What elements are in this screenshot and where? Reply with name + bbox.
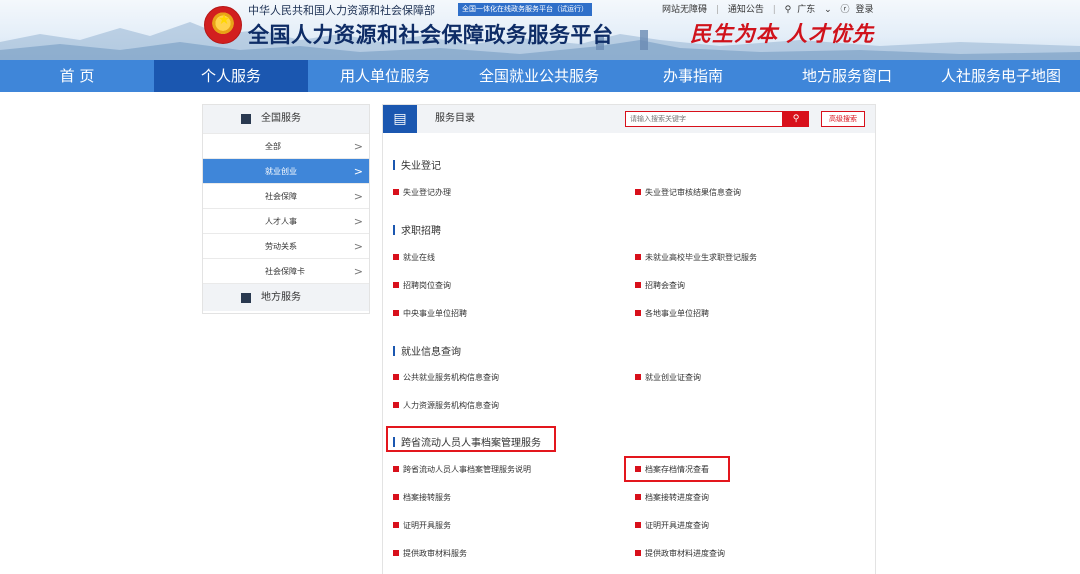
- bullet-icon: [635, 310, 641, 316]
- bullet-icon: [635, 550, 641, 556]
- section-bar: [393, 225, 395, 235]
- bullet-icon: [393, 310, 399, 316]
- ministry-name: 中华人民共和国人力资源和社会保障部: [248, 4, 435, 17]
- search-icon: ⚲: [792, 114, 800, 124]
- service-link[interactable]: 提供政审材料服务: [393, 548, 467, 559]
- section-bar: [393, 437, 395, 447]
- nav-personal-service[interactable]: 个人服务: [154, 60, 308, 92]
- nav-employer-service[interactable]: 用人单位服务: [308, 60, 462, 92]
- catalog-header: ▤ 服务目录 ⚲ 高级搜索: [383, 105, 875, 133]
- sidebar: 全国服务 全部 > 就业创业 > 社会保障 > 人才人事 > 劳动关系 > 社会保障卡 > …: [202, 104, 370, 314]
- bullet-icon: [393, 550, 399, 556]
- service-link[interactable]: 招聘会查询: [635, 280, 685, 291]
- service-link[interactable]: 未就业高校毕业生求职登记服务: [635, 252, 757, 263]
- nav-local-service[interactable]: 地方服务窗口: [770, 60, 924, 92]
- sidebar-national-header[interactable]: 全国服务: [203, 105, 369, 133]
- bullet-icon: [635, 282, 641, 288]
- sidebar-local-header[interactable]: 地方服务: [203, 283, 369, 311]
- search-input[interactable]: [625, 111, 783, 127]
- bullet-icon: [635, 254, 641, 260]
- bullet-icon: [393, 466, 399, 472]
- nav-home[interactable]: 首 页: [0, 60, 154, 92]
- bullet-icon: [393, 522, 399, 528]
- service-link[interactable]: 提供政审材料进度查询: [635, 548, 725, 559]
- location-pin-icon: ⚲: [784, 5, 792, 15]
- service-link[interactable]: 证明开具进度查询: [635, 520, 709, 531]
- bullet-icon: [635, 374, 641, 380]
- catalog-icon: ▤: [383, 105, 417, 133]
- main-nav: 首 页 个人服务 用人单位服务 全国就业公共服务 办事指南 地方服务窗口 人社服…: [0, 60, 1080, 92]
- service-link[interactable]: 跨省流动人员人事档案管理服务说明: [393, 464, 531, 475]
- section-title: 失业登记: [393, 157, 441, 172]
- map-icon: [241, 293, 251, 303]
- region-selector[interactable]: 广东: [797, 5, 815, 15]
- section-bar: [393, 346, 395, 356]
- sidebar-item-all[interactable]: 全部 >: [203, 133, 369, 158]
- section-title: 求职招聘: [393, 222, 441, 237]
- accessibility-link[interactable]: 网站无障碍: [662, 5, 707, 15]
- sidebar-item-social-security[interactable]: 社会保障 >: [203, 183, 369, 208]
- sidebar-item-social-card[interactable]: 社会保障卡 >: [203, 258, 369, 283]
- sidebar-item-talent[interactable]: 人才人事 >: [203, 208, 369, 233]
- service-link[interactable]: 公共就业服务机构信息查询: [393, 372, 499, 383]
- bullet-icon: [393, 254, 399, 260]
- chevron-right-icon: >: [353, 265, 363, 278]
- service-link[interactable]: 就业在线: [393, 252, 435, 263]
- service-link[interactable]: 中央事业单位招聘: [393, 308, 467, 319]
- bullet-icon: [393, 494, 399, 500]
- service-link[interactable]: 档案接转进度查询: [635, 492, 709, 503]
- service-link[interactable]: 档案接转服务: [393, 492, 451, 503]
- login-link[interactable]: 登录: [856, 5, 874, 15]
- platform-title: 全国人力资源和社会保障政务服务平台: [248, 23, 614, 47]
- nav-service-map[interactable]: 人社服务电子地图: [924, 60, 1078, 92]
- bullet-icon: [393, 282, 399, 288]
- bullet-icon: [635, 466, 641, 472]
- map-icon: [241, 114, 251, 124]
- service-link[interactable]: 人力资源服务机构信息查询: [393, 400, 499, 411]
- section-title: 就业信息查询: [393, 343, 461, 358]
- bullet-icon: [393, 374, 399, 380]
- site-header: ★ 中华人民共和国人力资源和社会保障部 全国一体化在线政务服务平台（试运行） 全…: [0, 0, 1080, 60]
- service-link[interactable]: 招聘岗位查询: [393, 280, 451, 291]
- bullet-icon: [635, 494, 641, 500]
- divider: |: [715, 5, 719, 15]
- slogan: 民生为本 人才优先: [690, 21, 875, 46]
- chevron-right-icon: >: [353, 140, 363, 153]
- service-link[interactable]: 各地事业单位招聘: [635, 308, 709, 319]
- chevron-right-icon: >: [353, 215, 363, 228]
- chevron-right-icon: >: [353, 165, 363, 178]
- bullet-icon: [635, 189, 641, 195]
- bullet-icon: [393, 402, 399, 408]
- trial-badge[interactable]: 全国一体化在线政务服务平台（试运行）: [458, 3, 592, 16]
- section-bar: [393, 160, 395, 170]
- chevron-right-icon: >: [353, 240, 363, 253]
- bullet-icon: [393, 189, 399, 195]
- service-catalog-panel: ▤ 服务目录 ⚲ 高级搜索 失业登记 失业登记办理 失业登记审核结果信息查询 求…: [382, 104, 876, 574]
- sidebar-item-labor-relations[interactable]: 劳动关系 >: [203, 233, 369, 258]
- service-link[interactable]: 失业登记办理: [393, 187, 451, 198]
- section-title: 跨省流动人员人事档案管理服务: [393, 434, 541, 449]
- top-links: 网站无障碍 | 通知公告 | ⚲ 广东 ⌄ ⓡ 登录: [662, 2, 880, 15]
- chevron-right-icon: >: [353, 190, 363, 203]
- archive-status-link[interactable]: 档案存档情况查看: [635, 464, 709, 475]
- national-emblem-icon: ★: [204, 6, 242, 44]
- sidebar-item-employment[interactable]: 就业创业 >: [203, 158, 369, 183]
- search-button[interactable]: ⚲: [783, 111, 809, 127]
- nav-guide[interactable]: 办事指南: [616, 60, 770, 92]
- service-link[interactable]: 证明开具服务: [393, 520, 451, 531]
- service-link[interactable]: 就业创业证查询: [635, 372, 701, 383]
- advanced-search-button[interactable]: 高级搜索: [821, 111, 865, 127]
- nav-employment-public-service[interactable]: 全国就业公共服务: [462, 60, 616, 92]
- divider: |: [772, 5, 776, 15]
- chevron-down-icon: ⌄: [821, 5, 832, 15]
- service-link[interactable]: 失业登记审核结果信息查询: [635, 187, 741, 198]
- notice-link[interactable]: 通知公告: [728, 5, 764, 15]
- catalog-title: 服务目录: [435, 113, 475, 124]
- user-icon: ⓡ: [840, 5, 850, 15]
- bullet-icon: [635, 522, 641, 528]
